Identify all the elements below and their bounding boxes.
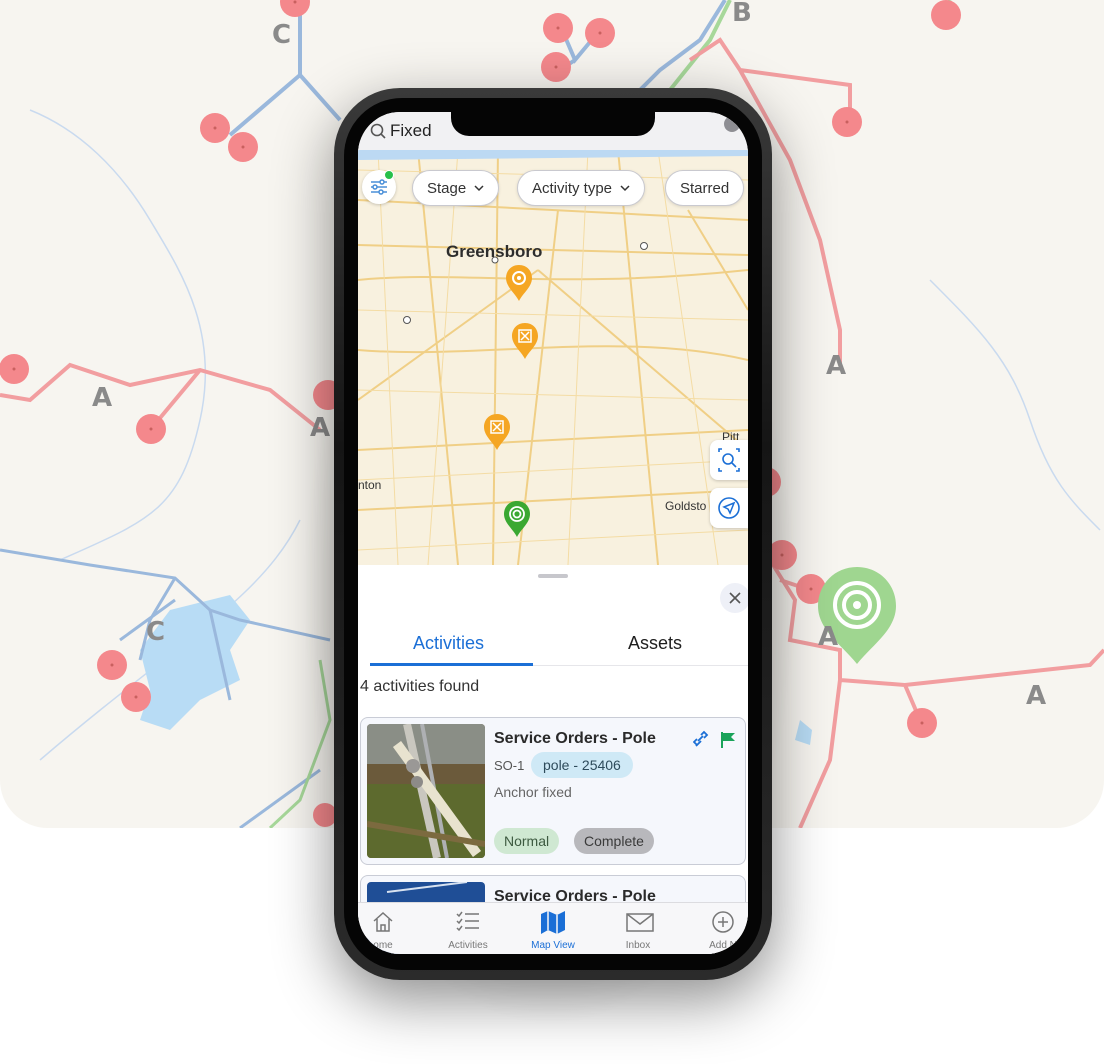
locate-me-button[interactable] xyxy=(710,488,748,528)
tab-label: ome xyxy=(373,940,393,951)
asset-tag-badge: pole - 25406 xyxy=(531,752,633,778)
chip-label: Stage xyxy=(427,179,467,197)
bottom-tab-bar: ome Activities Map View Inbox Add N xyxy=(358,902,748,954)
tab-map-view[interactable]: Map View xyxy=(514,903,592,954)
map-city-label: nton xyxy=(358,478,382,492)
map-line-label: B xyxy=(732,0,752,28)
search-area-icon xyxy=(718,448,740,472)
status-badge: Complete xyxy=(574,828,654,854)
navigation-arrow-icon xyxy=(718,497,740,519)
activity-photo xyxy=(367,724,485,858)
close-icon xyxy=(729,592,741,604)
activity-pin-icon[interactable] xyxy=(505,264,533,302)
activity-id: SO-1 xyxy=(494,758,525,773)
map-city-label: Greensboro xyxy=(446,242,543,261)
inbox-icon xyxy=(626,913,654,932)
map-line-label: C xyxy=(272,20,292,50)
priority-badge: Normal xyxy=(494,828,560,854)
search-input[interactable]: Fixed xyxy=(390,121,432,141)
tab-activities[interactable]: Activities xyxy=(413,633,484,654)
tab-activities-nav[interactable]: Activities xyxy=(429,903,507,954)
chip-label: Starred xyxy=(680,179,730,197)
stage-filter-chip[interactable]: Stage xyxy=(412,170,500,206)
chevron-down-icon xyxy=(474,185,484,192)
tab-label: Inbox xyxy=(625,940,651,951)
activity-description: Anchor fixed xyxy=(494,784,572,800)
phone-screen: Fixed Stage Activity type Starred Greens… xyxy=(358,112,748,954)
results-count: 4 activities found xyxy=(360,678,480,695)
map-line-label: A xyxy=(818,622,839,652)
activity-card[interactable]: Service Orders - Pole SO-1 pole - 25406 … xyxy=(360,717,746,865)
add-icon xyxy=(712,911,734,933)
tab-label: Activities xyxy=(448,940,488,951)
tab-inbox[interactable]: Inbox xyxy=(599,903,677,954)
activity-pin-icon[interactable] xyxy=(503,500,531,538)
active-tab-indicator xyxy=(370,663,533,666)
activity-pin-icon[interactable] xyxy=(483,413,511,451)
tab-add-new[interactable]: Add N xyxy=(684,903,748,954)
starred-filter-chip[interactable]: Starred xyxy=(665,170,745,206)
filter-active-indicator xyxy=(384,170,394,180)
map-city-label: Goldsto xyxy=(665,499,707,513)
sheet-grabber[interactable] xyxy=(538,574,568,578)
activity-pin-icon[interactable] xyxy=(511,322,539,360)
home-icon xyxy=(373,911,393,932)
activity-type-filter-chip[interactable]: Activity type xyxy=(517,170,646,206)
tab-assets[interactable]: Assets xyxy=(628,633,682,654)
map-line-label: A xyxy=(826,351,847,381)
phone-notch xyxy=(451,112,655,136)
activity-map[interactable]: Stage Activity type Starred Greensboro n… xyxy=(358,150,748,565)
tab-label: Map View xyxy=(531,940,575,951)
map-line-label: C xyxy=(146,617,166,647)
tab-label: Add N xyxy=(709,940,737,951)
flag-icon xyxy=(721,732,735,748)
map-line-label: A xyxy=(92,383,113,413)
tab-home[interactable]: ome xyxy=(358,903,422,954)
activities-icon xyxy=(456,911,479,932)
map-line-label: A xyxy=(1026,681,1047,711)
results-sheet: Activities Assets 4 activities found Ser… xyxy=(358,565,748,954)
card-status-icons xyxy=(693,730,735,748)
zoom-search-button[interactable] xyxy=(710,440,748,480)
chevron-down-icon xyxy=(620,185,630,192)
clear-search-icon[interactable] xyxy=(724,116,740,132)
activity-title: Service Orders - Pole xyxy=(494,730,656,747)
map-icon xyxy=(541,911,565,934)
close-sheet-button[interactable] xyxy=(720,583,748,613)
search-icon xyxy=(370,123,386,139)
chip-label: Activity type xyxy=(532,179,613,197)
link-icon xyxy=(693,730,709,747)
